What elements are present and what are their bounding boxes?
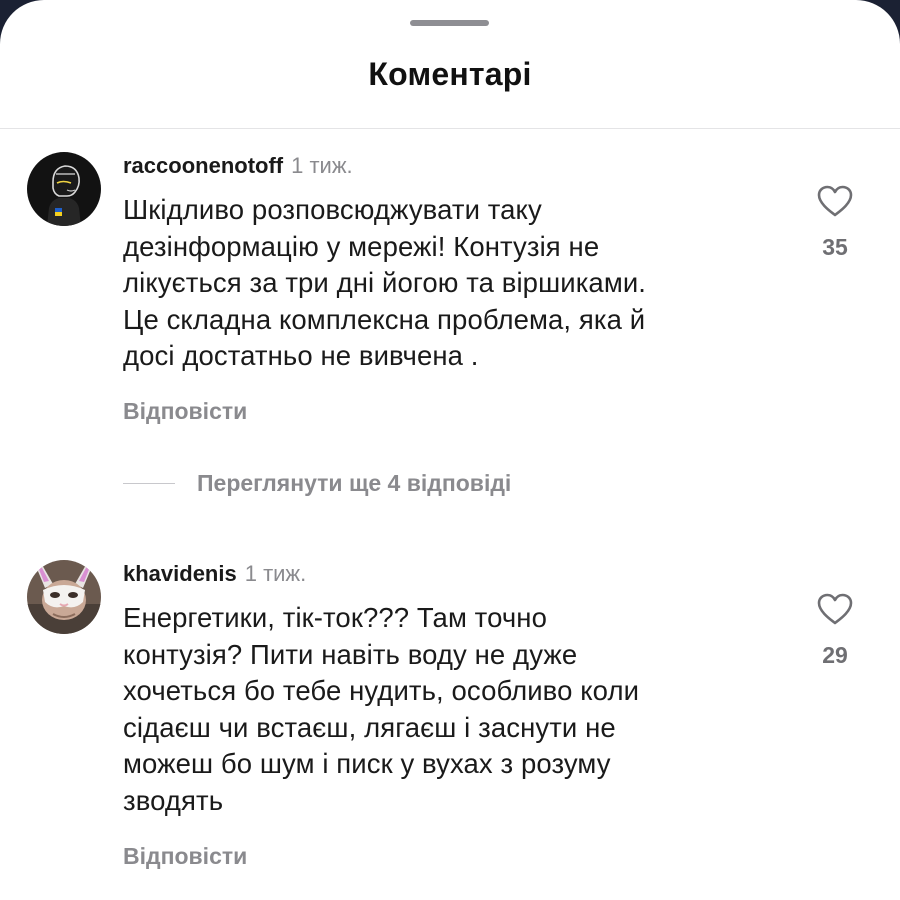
comment-username[interactable]: raccoonenotoff xyxy=(123,153,283,178)
avatar-bunny-mask-image xyxy=(27,560,101,634)
comment-text-line: можеш бо шум і писк у вухах з розуму xyxy=(123,748,611,779)
comment-username[interactable]: khavidenis xyxy=(123,561,237,586)
view-replies-label: Переглянути ще 4 відповіді xyxy=(197,469,512,496)
comment-text: Шкідливо розповсюджувати таку дезінформа… xyxy=(123,192,803,375)
like-count: 29 xyxy=(822,642,848,668)
comment-time: 1 тиж. xyxy=(244,561,307,586)
comment-text-line: Це складна комплексна проблема, яка й xyxy=(123,303,646,335)
comment-meta: khavidenis 1 тиж. xyxy=(123,560,306,588)
comment-text-line: контузія? Пити навіть воду не дуже xyxy=(123,638,578,670)
header-divider xyxy=(0,128,900,129)
view-replies-button[interactable]: Переглянути ще 4 відповіді xyxy=(123,468,511,498)
avatar[interactable] xyxy=(27,560,101,634)
like-button[interactable]: 29 xyxy=(808,592,862,669)
reply-button[interactable]: Відповісти xyxy=(123,843,247,870)
sheet-grabber-handle[interactable] xyxy=(410,20,489,26)
comment-text-line: зводять xyxy=(123,784,224,816)
like-count: 35 xyxy=(822,234,848,260)
comments-sheet: Коментарі raccoonenotoff 1 тиж. Шкідливо … xyxy=(0,0,900,900)
thread-line xyxy=(123,482,175,484)
avatar[interactable] xyxy=(27,152,101,226)
like-button[interactable]: 35 xyxy=(808,184,862,261)
comment-text-line: лікується за три дні йогою та віршиками. xyxy=(123,267,647,298)
comment-time: 1 тиж. xyxy=(291,153,353,178)
comment-meta: raccoonenotoff 1 тиж. xyxy=(123,152,353,180)
sheet-title: Коментарі xyxy=(368,56,532,92)
comment-text-line: хочеться бо тебе нудить, особливо коли xyxy=(123,675,640,706)
avatar-raccoon-soldier-image xyxy=(27,152,101,226)
comment-text: Енергетики, тік-ток??? Там точно контузі… xyxy=(123,600,803,819)
comment-text-line: сідаєш чи встаєш, лягаєш і заснути не xyxy=(123,711,616,743)
comment-text-line: дезінформацію у мережі! Контузія не xyxy=(123,230,600,262)
comment-text-line: Шкідливо розповсюджувати таку xyxy=(123,194,542,225)
comment-text-line: Енергетики, тік-ток??? Там точно xyxy=(123,602,547,633)
comment-text-line: досі достатньо не вивчена . xyxy=(123,340,479,371)
heart-icon[interactable] xyxy=(816,184,854,218)
heart-icon[interactable] xyxy=(816,592,854,626)
reply-button[interactable]: Відповісти xyxy=(123,398,247,425)
